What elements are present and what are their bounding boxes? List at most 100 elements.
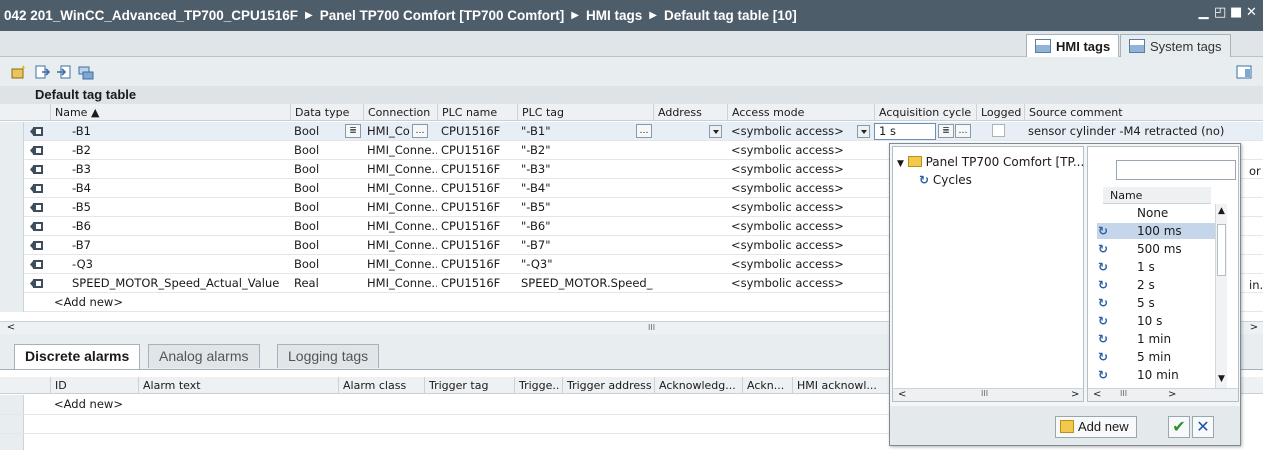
row-header[interactable] [0,293,24,312]
tag-connection[interactable]: HMI_Co [363,122,411,141]
list-item[interactable]: ↻ 2 s [1097,277,1215,293]
list-item[interactable]: ↻ 10 min [1097,367,1215,383]
tag-plctag[interactable]: "-B4" [517,179,653,198]
tag-plctag[interactable]: "-B7" [517,236,653,255]
tag-plcname[interactable]: CPU1516F [437,198,517,217]
row-header[interactable] [0,217,24,236]
tag-name[interactable]: -B7 [50,236,290,255]
tab-logging-tags[interactable]: Logging tags [277,344,380,368]
row-header[interactable] [0,160,24,179]
col-datatype-header[interactable]: Data type [290,104,363,121]
tag-plcname[interactable]: CPU1516F [437,141,517,160]
scroll-thumb[interactable]: III [1120,389,1127,398]
breadcrumb-tag-table[interactable]: Default tag table [10] [664,8,797,23]
tag-plctag[interactable]: SPEED_MOTOR.Speed_ [517,274,653,293]
tab-system-tags[interactable]: System tags [1120,34,1231,57]
scroll-left-icon[interactable]: < [1093,389,1101,400]
tag-datatype[interactable]: Bool [290,236,363,255]
tag-connection[interactable]: HMI_Conne.. [363,217,437,236]
tag-access-mode[interactable]: <symbolic access> [727,255,874,274]
tag-name[interactable]: -B2 [50,141,290,160]
access-mode-dropdown-icon[interactable] [857,125,870,138]
tab-analog-alarms[interactable]: Analog alarms [148,344,260,368]
tag-datatype[interactable]: Real [290,274,363,293]
row-header[interactable] [0,236,24,255]
col-id-header[interactable]: ID [50,377,138,394]
col-trigger-tag-header[interactable]: Trigger tag [424,377,514,394]
tag-name[interactable]: -B3 [50,160,290,179]
scroll-thumb[interactable]: III [648,323,656,333]
col-trigger-header[interactable]: Trigge.. [514,377,562,394]
tag-access-mode[interactable]: <symbolic access> [727,217,874,236]
tag-plctag[interactable]: "-Q3" [517,255,653,274]
tag-access-mode[interactable]: <symbolic access> [727,141,874,160]
tag-access-mode[interactable]: <symbolic access> [727,122,857,141]
list-item[interactable]: ↻ 10 s [1097,313,1215,329]
tag-connection[interactable]: HMI_Conne.. [363,179,437,198]
col-name-header[interactable]: Name ▲ [50,104,290,121]
tag-name[interactable]: -B4 [50,179,290,198]
tag-name[interactable]: -B6 [50,217,290,236]
tag-plcname[interactable]: CPU1516F [437,236,517,255]
scroll-right-icon[interactable]: > [1168,389,1176,400]
tag-source-comment[interactable]: sensor cylinder -M4 retracted (no) [1024,122,1263,141]
tab-hmi-tags[interactable]: HMI tags [1026,34,1120,57]
scroll-down-icon[interactable]: ▼ [1218,374,1225,384]
row-header[interactable] [0,179,24,198]
confirm-icon[interactable]: ✔ [1168,416,1190,438]
tag-connection[interactable]: HMI_Conne.. [363,274,437,293]
cancel-icon[interactable]: ✕ [1192,416,1214,438]
scroll-thumb[interactable]: III [981,389,988,398]
tag-access-mode[interactable]: <symbolic access> [727,274,874,293]
col-acquisition-header[interactable]: Acquisition cycle [874,104,976,121]
tag-plctag[interactable]: "-B5" [517,198,653,217]
add-tag-icon[interactable] [10,63,27,80]
tree-child-node[interactable]: ↻ Cycles [919,173,972,187]
tag-plctag[interactable]: "-B3" [517,160,653,179]
col-trigger-address-header[interactable]: Trigger address [562,377,654,394]
table-row[interactable]: -B1 Bool ≣ HMI_Co … CPU1516F "-B1" … <sy… [0,122,1263,141]
address-dropdown-icon[interactable] [709,125,722,138]
tag-name[interactable]: -B1 [50,122,290,141]
tag-name[interactable]: -Q3 [50,255,290,274]
row-header[interactable] [0,122,24,141]
tag-name[interactable]: -B5 [50,198,290,217]
tag-connection[interactable]: HMI_Conne.. [363,198,437,217]
tag-plctag[interactable]: "-B6" [517,217,653,236]
add-new-tag[interactable]: <Add new> [50,293,290,312]
add-new-alarm[interactable]: <Add new> [50,395,138,414]
tree-root-node[interactable]: ▼ Panel TP700 Comfort [TP... [897,155,1084,169]
tag-connection[interactable]: HMI_Conne.. [363,236,437,255]
col-comment-header[interactable]: Source comment [1024,104,1263,121]
col-plcname-header[interactable]: PLC name [437,104,517,121]
tag-datatype[interactable]: Bool [290,122,345,141]
tag-datatype[interactable]: Bool [290,198,363,217]
tag-connection[interactable]: HMI_Conne.. [363,141,437,160]
export-icon[interactable] [33,63,50,80]
tab-discrete-alarms[interactable]: Discrete alarms [14,344,141,370]
acquisition-list-icon[interactable]: ≣ [938,124,954,138]
list-item[interactable]: ↻ 100 ms [1097,223,1215,239]
tag-connection[interactable]: HMI_Conne.. [363,160,437,179]
col-plctag-header[interactable]: PLC tag [517,104,653,121]
picker-search-input[interactable] [1116,160,1236,180]
tag-datatype[interactable]: Bool [290,160,363,179]
panel-layout-icon[interactable] [1235,63,1252,80]
row-header[interactable] [0,141,24,160]
tag-plcname[interactable]: CPU1516F [437,160,517,179]
list-item[interactable]: ↻ 1 s [1097,259,1215,275]
breadcrumb-hmi-tags[interactable]: HMI tags [586,8,642,23]
col-address-header[interactable]: Address [653,104,727,121]
tag-plctag[interactable]: "-B1" [517,122,627,141]
tag-access-mode[interactable]: <symbolic access> [727,179,874,198]
float-window-icon[interactable]: ◰ [1214,6,1226,19]
col-hmi-ack-header[interactable]: HMI acknowl... [792,377,889,394]
row-header[interactable] [0,255,24,274]
add-new-cycle-button[interactable]: Add new [1055,416,1137,438]
tag-plcname[interactable]: CPU1516F [437,255,517,274]
tag-connection[interactable]: HMI_Conne.. [363,255,437,274]
plctag-picker-icon[interactable]: … [636,124,652,138]
list-item[interactable]: ↻ 1 min [1097,331,1215,347]
tag-access-mode[interactable]: <symbolic access> [727,160,874,179]
acquisition-cycle-input[interactable]: 1 s [874,123,936,140]
